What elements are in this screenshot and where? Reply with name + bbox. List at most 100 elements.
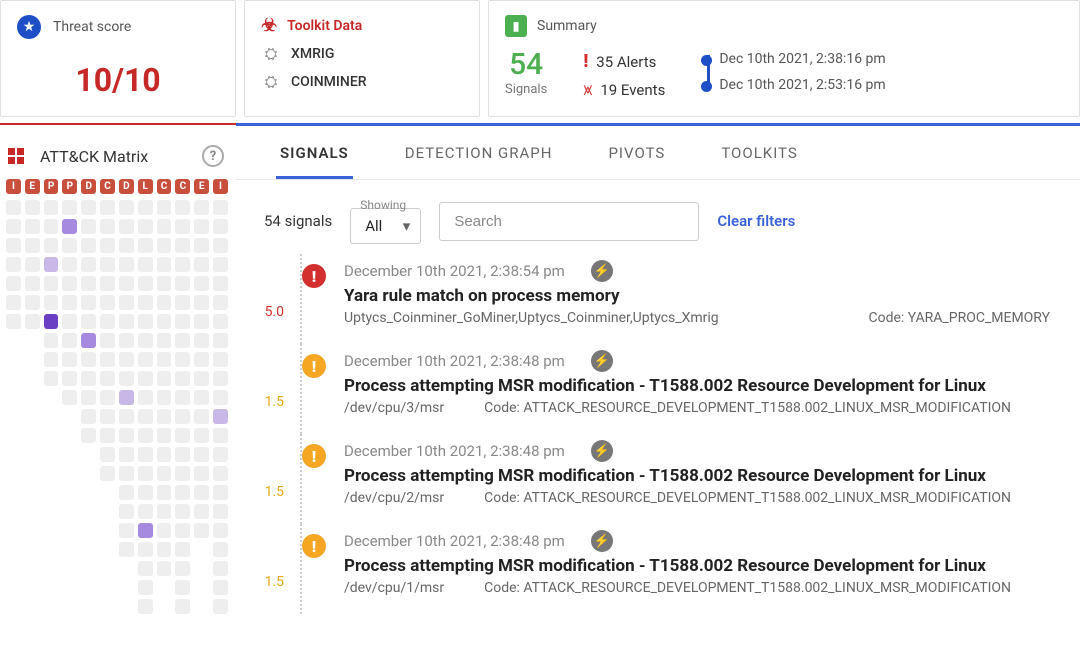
- matrix-cell[interactable]: [194, 523, 209, 538]
- matrix-cell[interactable]: [62, 371, 77, 386]
- matrix-cell[interactable]: [213, 580, 228, 595]
- matrix-cell[interactable]: [138, 485, 153, 500]
- matrix-cell[interactable]: [138, 542, 153, 557]
- tactic-badge[interactable]: D: [119, 179, 134, 194]
- matrix-cell[interactable]: [44, 200, 59, 215]
- matrix-cell[interactable]: [62, 352, 77, 367]
- tactic-badge[interactable]: I: [213, 179, 228, 194]
- matrix-cell[interactable]: [213, 219, 228, 234]
- tactic-badge[interactable]: C: [175, 179, 190, 194]
- matrix-cell[interactable]: [138, 257, 153, 272]
- matrix-cell[interactable]: [157, 352, 172, 367]
- matrix-cell[interactable]: [157, 238, 172, 253]
- matrix-cell[interactable]: [213, 238, 228, 253]
- matrix-cell[interactable]: [62, 238, 77, 253]
- matrix-cell[interactable]: [100, 276, 115, 291]
- matrix-cell[interactable]: [194, 314, 209, 329]
- tactic-badge[interactable]: L: [138, 179, 153, 194]
- tactic-badge[interactable]: E: [25, 179, 40, 194]
- matrix-cell[interactable]: [175, 371, 190, 386]
- matrix-cell[interactable]: [213, 561, 228, 576]
- matrix-cell[interactable]: [194, 466, 209, 481]
- matrix-cell[interactable]: [175, 219, 190, 234]
- tactic-badge[interactable]: I: [6, 179, 21, 194]
- matrix-cell[interactable]: [194, 200, 209, 215]
- matrix-cell[interactable]: [62, 314, 77, 329]
- matrix-cell[interactable]: [81, 428, 96, 443]
- matrix-cell[interactable]: [81, 333, 96, 348]
- search-input[interactable]: [439, 202, 699, 241]
- matrix-cell[interactable]: [194, 352, 209, 367]
- matrix-cell[interactable]: [119, 200, 134, 215]
- matrix-cell[interactable]: [81, 200, 96, 215]
- matrix-cell[interactable]: [157, 257, 172, 272]
- matrix-cell[interactable]: [81, 371, 96, 386]
- matrix-cell[interactable]: [62, 295, 77, 310]
- matrix-cell[interactable]: [175, 504, 190, 519]
- matrix-cell[interactable]: [157, 447, 172, 462]
- matrix-cell[interactable]: [81, 352, 96, 367]
- matrix-cell[interactable]: [62, 200, 77, 215]
- matrix-cell[interactable]: [100, 219, 115, 234]
- matrix-cell[interactable]: [6, 200, 21, 215]
- matrix-cell[interactable]: [81, 390, 96, 405]
- matrix-cell[interactable]: [25, 295, 40, 310]
- matrix-cell[interactable]: [44, 314, 59, 329]
- tab-detection-graph[interactable]: DETECTION GRAPH: [401, 144, 557, 179]
- matrix-cell[interactable]: [194, 390, 209, 405]
- matrix-cell[interactable]: [100, 295, 115, 310]
- matrix-cell[interactable]: [81, 257, 96, 272]
- tactic-badge[interactable]: D: [81, 179, 96, 194]
- matrix-cell[interactable]: [100, 352, 115, 367]
- matrix-cell[interactable]: [194, 219, 209, 234]
- matrix-cell[interactable]: [25, 200, 40, 215]
- matrix-cell[interactable]: [138, 295, 153, 310]
- matrix-cell[interactable]: [157, 333, 172, 348]
- matrix-cell[interactable]: [175, 561, 190, 576]
- signal-item[interactable]: 1.5 ! December 10th 2021, 2:38:48 pm ⚡ P…: [254, 434, 1050, 524]
- matrix-cell[interactable]: [175, 238, 190, 253]
- matrix-cell[interactable]: [213, 504, 228, 519]
- matrix-cell[interactable]: [175, 485, 190, 500]
- matrix-cell[interactable]: [194, 428, 209, 443]
- matrix-cell[interactable]: [213, 390, 228, 405]
- matrix-cell[interactable]: [194, 238, 209, 253]
- matrix-cell[interactable]: [175, 295, 190, 310]
- matrix-cell[interactable]: [119, 409, 134, 424]
- matrix-cell[interactable]: [194, 257, 209, 272]
- matrix-cell[interactable]: [62, 219, 77, 234]
- matrix-cell[interactable]: [25, 314, 40, 329]
- matrix-cell[interactable]: [157, 371, 172, 386]
- matrix-cell[interactable]: [175, 200, 190, 215]
- matrix-cell[interactable]: [119, 466, 134, 481]
- matrix-cell[interactable]: [119, 504, 134, 519]
- matrix-cell[interactable]: [81, 295, 96, 310]
- matrix-cell[interactable]: [44, 219, 59, 234]
- matrix-cell[interactable]: [138, 371, 153, 386]
- tab-toolkits[interactable]: TOOLKITS: [717, 144, 801, 179]
- matrix-cell[interactable]: [6, 276, 21, 291]
- matrix-cell[interactable]: [213, 295, 228, 310]
- matrix-cell[interactable]: [157, 409, 172, 424]
- matrix-cell[interactable]: [213, 352, 228, 367]
- matrix-cell[interactable]: [157, 200, 172, 215]
- matrix-cell[interactable]: [213, 447, 228, 462]
- matrix-cell[interactable]: [25, 219, 40, 234]
- matrix-cell[interactable]: [194, 409, 209, 424]
- matrix-cell[interactable]: [175, 428, 190, 443]
- matrix-cell[interactable]: [119, 333, 134, 348]
- matrix-cell[interactable]: [138, 390, 153, 405]
- matrix-cell[interactable]: [138, 314, 153, 329]
- matrix-cell[interactable]: [119, 219, 134, 234]
- matrix-cell[interactable]: [175, 447, 190, 462]
- matrix-cell[interactable]: [138, 200, 153, 215]
- matrix-cell[interactable]: [138, 447, 153, 462]
- matrix-cell[interactable]: [157, 542, 172, 557]
- matrix-cell[interactable]: [138, 276, 153, 291]
- matrix-cell[interactable]: [175, 466, 190, 481]
- tactic-badge[interactable]: P: [44, 179, 59, 194]
- matrix-cell[interactable]: [138, 219, 153, 234]
- matrix-cell[interactable]: [194, 333, 209, 348]
- matrix-cell[interactable]: [213, 466, 228, 481]
- matrix-cell[interactable]: [44, 371, 59, 386]
